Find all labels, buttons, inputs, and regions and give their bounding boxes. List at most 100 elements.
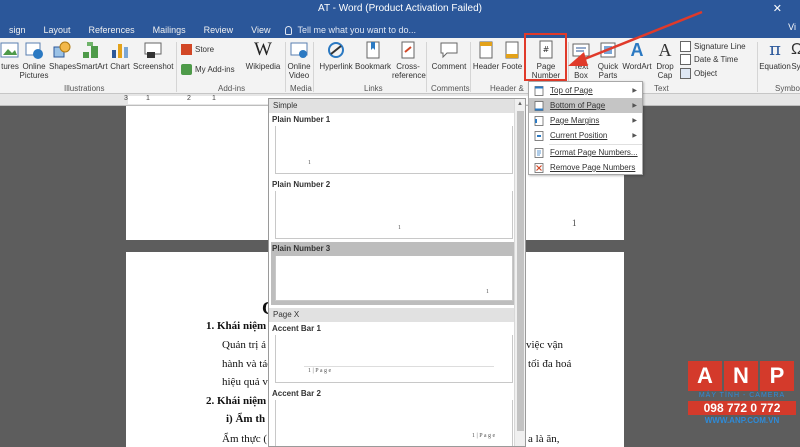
gallery-scrollbar[interactable]: ▲	[514, 99, 525, 446]
doc-line-2: Quản trị ả	[222, 339, 266, 351]
smartart-button[interactable]: SmartArt	[76, 40, 108, 71]
ruler-mark: 3	[124, 95, 128, 102]
cross-reference-button[interactable]: Cross-reference	[392, 40, 426, 80]
calendar-icon	[680, 54, 691, 65]
header-button[interactable]: Header	[472, 40, 500, 71]
chart-icon	[112, 44, 128, 58]
object-button[interactable]: Object	[680, 68, 717, 79]
store-button[interactable]: Store	[181, 44, 214, 55]
online-video-icon	[290, 42, 308, 58]
signature-line-button[interactable]: Signature Line	[680, 41, 746, 52]
date-time-button[interactable]: Date & Time	[680, 54, 738, 65]
addins-icon	[181, 64, 192, 75]
group-addins-label: Add-ins	[218, 84, 246, 93]
gallery-section-page-x: Page X	[269, 308, 515, 322]
gallery-item-accent-bar-2-label: Accent Bar 2	[272, 389, 321, 398]
page-margins-icon	[534, 115, 544, 126]
wordart-button[interactable]: A WordArt	[622, 40, 652, 71]
pictures-icon	[0, 42, 19, 58]
text-box-icon	[572, 43, 590, 57]
logo-letter: N	[724, 361, 758, 391]
header-icon	[479, 41, 493, 59]
gallery-section-simple: Simple	[269, 99, 515, 113]
top-of-page-icon	[534, 85, 544, 96]
tell-me-text: Tell me what you want to do...	[297, 25, 417, 35]
screenshot-button[interactable]: Screenshot	[133, 40, 173, 71]
menu-item-remove-page-numbers[interactable]: Remove Page Numbers	[529, 160, 642, 175]
screenshot-icon	[144, 42, 162, 58]
bookmark-button[interactable]: Bookmark	[354, 40, 392, 71]
online-pictures-button[interactable]: Online Pictures	[19, 40, 49, 80]
logo-letter: A	[688, 361, 722, 391]
tab-review[interactable]: Review	[195, 25, 243, 35]
gallery-item-plain-number-1-label: Plain Number 1	[272, 115, 331, 124]
tab-view-cut[interactable]: Vi	[788, 22, 796, 32]
lightbulb-icon	[285, 25, 293, 35]
group-separator	[176, 42, 177, 92]
anp-watermark-logo: A N P MÁY TÍNH - CAMERA 098 772 0 772 WW…	[688, 361, 796, 437]
gallery-item-plain-number-1[interactable]: 1	[275, 126, 513, 174]
menu-item-top-of-page[interactable]: Top of Page ▶	[529, 83, 642, 98]
my-addins-button[interactable]: My Add-ins	[181, 64, 235, 75]
drop-cap-button[interactable]: A Drop Cap	[653, 40, 677, 80]
menu-item-current-position[interactable]: Current Position ▶	[529, 128, 642, 143]
submenu-arrow-icon: ▶	[632, 88, 637, 94]
equation-button[interactable]: π Equation	[758, 40, 792, 72]
menu-item-page-margins[interactable]: Page Margins ▶	[529, 113, 642, 128]
menu-item-bottom-of-page[interactable]: Bottom of Page ▶	[529, 98, 642, 113]
symbol-button[interactable]: Ω Sy	[790, 40, 800, 71]
scroll-up-icon[interactable]: ▲	[517, 101, 523, 107]
bookmark-icon	[366, 41, 380, 59]
wikipedia-button[interactable]: W Wikipedia	[244, 39, 282, 72]
logo-tagline: MÁY TÍNH - CAMERA	[698, 392, 786, 399]
menu-item-format-page-numbers[interactable]: Format Page Numbers...	[529, 145, 642, 160]
footer-icon	[505, 41, 519, 59]
preview-accent-line	[304, 366, 494, 367]
page-number-highlight	[524, 33, 567, 81]
shapes-button[interactable]: Shapes	[49, 40, 76, 71]
tab-references[interactable]: References	[80, 25, 144, 35]
gallery-item-accent-bar-1[interactable]: 1 | P a g e	[275, 335, 513, 383]
logo-letters: A N P	[688, 361, 796, 391]
gallery-item-plain-number-3[interactable]: 1	[275, 256, 513, 301]
tab-view[interactable]: View	[242, 25, 279, 35]
group-text-label: Text	[654, 84, 669, 93]
wikipedia-icon: W	[254, 39, 272, 60]
preview-number: 1	[486, 289, 489, 295]
close-icon[interactable]: ✕	[773, 2, 782, 15]
cross-reference-icon	[401, 41, 415, 59]
quick-parts-button[interactable]: Quick Parts	[594, 40, 622, 80]
text-box-button[interactable]: Text Box	[569, 40, 593, 80]
ribbon: tures Online Pictures Shapes SmartArt Ch…	[0, 38, 800, 94]
tab-mailings[interactable]: Mailings	[144, 25, 195, 35]
format-page-numbers-icon	[534, 147, 544, 158]
gallery-item-plain-number-3-label: Plain Number 3	[272, 244, 331, 253]
current-position-icon	[534, 130, 544, 141]
bottom-of-page-icon	[534, 100, 544, 111]
gallery-item-plain-number-2[interactable]: 1	[275, 191, 513, 239]
page-number-menu: Top of Page ▶ Bottom of Page ▶ Page Marg…	[528, 81, 643, 175]
doc-line-3-right: tối đa hoá	[528, 358, 572, 370]
store-icon	[181, 44, 192, 55]
scroll-thumb[interactable]	[517, 111, 524, 431]
group-comments-label: Comments	[431, 84, 470, 93]
group-media-label: Media	[290, 84, 312, 93]
gallery-item-accent-bar-2[interactable]: 1 | P a g e	[275, 400, 513, 446]
hyperlink-button[interactable]: Hyperlink	[318, 40, 354, 71]
online-video-button[interactable]: Online Video	[287, 40, 311, 80]
online-pictures-icon	[25, 42, 43, 59]
ruler-mark: 1	[212, 95, 216, 102]
logo-website: WWW.ANP.COM.VN	[704, 416, 780, 425]
tab-layout[interactable]: Layout	[35, 25, 80, 35]
omega-icon: Ω	[791, 41, 800, 58]
doc-line-3: hành và tác	[222, 358, 273, 370]
logo-letter: P	[760, 361, 794, 391]
tell-me-box[interactable]: Tell me what you want to do...	[279, 25, 416, 35]
group-separator	[470, 42, 471, 92]
tab-design[interactable]: sign	[0, 25, 35, 35]
pictures-button[interactable]: tures	[0, 40, 20, 71]
comment-button[interactable]: Comment	[430, 40, 468, 71]
footer-button[interactable]: Foote	[500, 40, 524, 71]
object-icon	[680, 68, 691, 79]
chart-button[interactable]: Chart	[108, 40, 132, 71]
